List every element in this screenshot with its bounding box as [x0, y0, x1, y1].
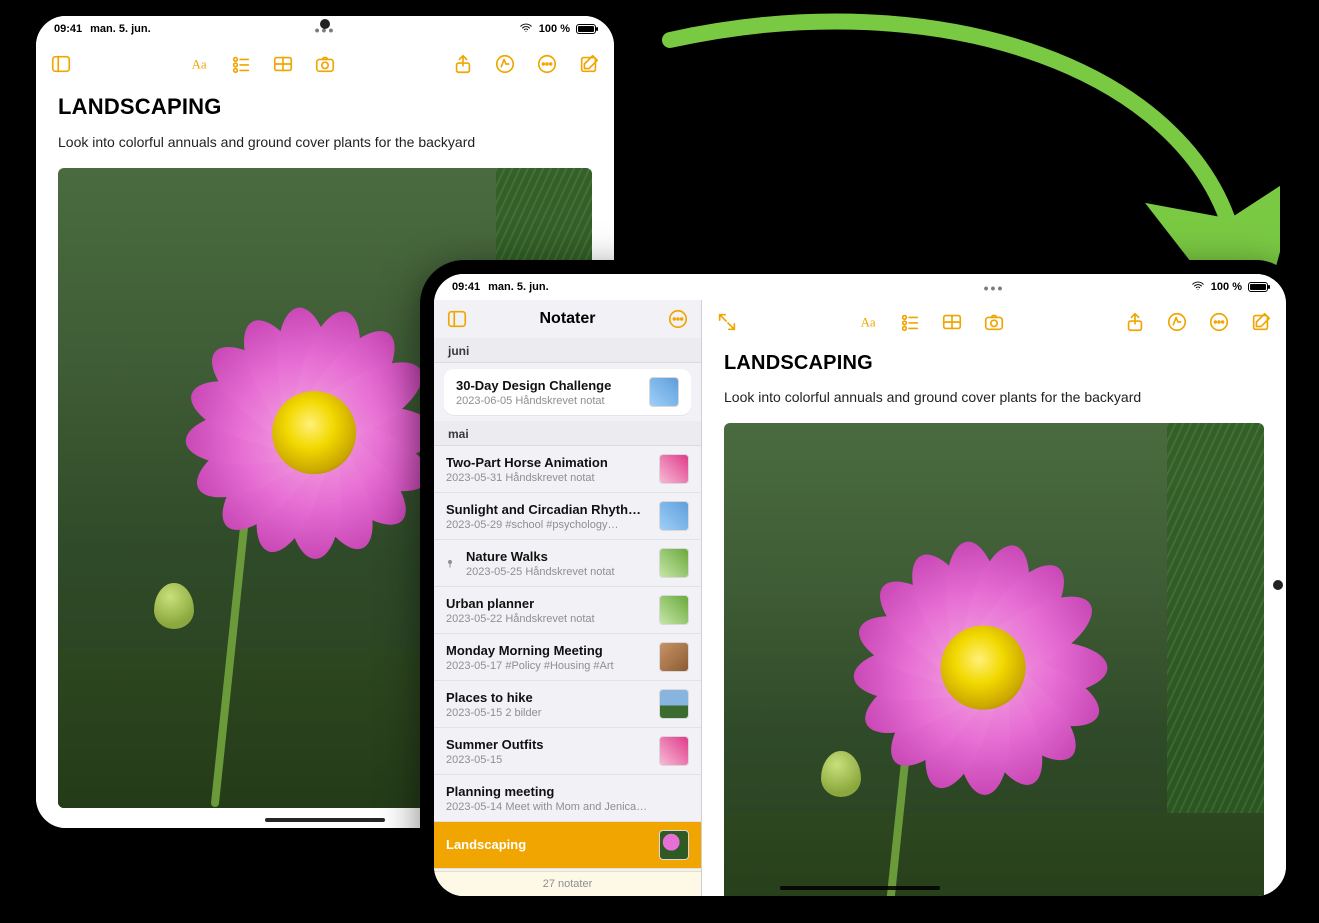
month-separator: juni — [434, 338, 701, 363]
list-item-title: Urban planner — [446, 596, 649, 611]
checklist-icon[interactable] — [230, 53, 252, 75]
list-item[interactable]: Urban planner 2023-05-22 Håndskrevet nota… — [434, 587, 701, 634]
markup-icon[interactable] — [1166, 311, 1188, 333]
status-bar: 09:41 man. 5. jun. ••• 100 % — [434, 274, 1286, 300]
svg-text:Aa: Aa — [192, 58, 207, 72]
list-item-thumbnail — [659, 736, 689, 766]
list-item-title: Nature Walks — [466, 549, 649, 564]
battery-percent: 100 % — [539, 23, 570, 35]
sidebar-title: Notater — [539, 310, 595, 328]
list-item-subtitle: 2023-05-31 Håndskrevet notat — [446, 472, 649, 484]
wifi-icon — [1191, 279, 1205, 296]
sidebar-toggle-icon[interactable] — [446, 308, 468, 330]
list-item-thumbnail — [659, 830, 689, 860]
camera-icon[interactable] — [314, 53, 336, 75]
list-item-subtitle: 2023-05-25 Håndskrevet notat — [466, 566, 649, 578]
wifi-icon — [519, 21, 533, 38]
sidebar-footer: 27 notater — [434, 871, 701, 896]
home-indicator[interactable] — [780, 886, 940, 890]
list-item-title: 30-Day Design Challenge — [456, 378, 639, 393]
ellipsis-circle-icon[interactable] — [1208, 311, 1230, 333]
list-item-title: Summer Outfits — [446, 737, 649, 752]
note-detail-pane: Aa LANDSCAPING Look into colorful ann — [702, 300, 1286, 896]
share-icon[interactable] — [1124, 311, 1146, 333]
note-content[interactable]: LANDSCAPING Look into colorful annuals a… — [702, 344, 1286, 896]
battery-full-icon — [1248, 282, 1268, 292]
list-item-title: Sunlight and Circadian Rhyth… — [446, 502, 649, 517]
status-date: man. 5. jun. — [90, 23, 151, 35]
note-toolbar: Aa — [702, 300, 1286, 344]
list-item-subtitle: 2023-05-29 #school #psychology… — [446, 519, 649, 531]
list-item-title: Places to hike — [446, 690, 649, 705]
pin-icon — [444, 557, 456, 569]
list-item-subtitle: 2023-05-14 Meet with Mom and Jenica… — [446, 801, 649, 813]
list-item-title: Landscaping — [446, 837, 649, 852]
ellipsis-circle-icon[interactable] — [667, 308, 689, 330]
note-body-text: Look into colorful annuals and ground co… — [58, 134, 592, 150]
expand-arrows-icon[interactable] — [716, 311, 738, 333]
note-image-flower[interactable] — [724, 423, 1264, 896]
list-item-thumbnail — [659, 595, 689, 625]
list-item[interactable]: Two-Part Horse Animation 2023-05-31 Hånds… — [434, 446, 701, 493]
list-item-subtitle: 2023-05-15 — [446, 754, 649, 766]
rotation-arrow — [640, 10, 1280, 300]
list-item-subtitle: 2023-05-17 #Policy #Housing #Art — [446, 660, 649, 672]
list-item-title: Planning meeting — [446, 784, 649, 799]
note-list[interactable]: juni 30-Day Design Challenge 2023-06-05 Hå… — [434, 338, 701, 871]
compose-icon[interactable] — [578, 53, 600, 75]
list-item[interactable]: Landscaping — [434, 822, 701, 869]
list-item[interactable]: Summer Outfits 2023-05-15 — [434, 728, 701, 775]
markup-icon[interactable] — [494, 53, 516, 75]
list-item-subtitle: 2023-06-05 Håndskrevet notat — [456, 395, 639, 407]
list-item-thumbnail — [659, 454, 689, 484]
compose-icon[interactable] — [1250, 311, 1272, 333]
list-item[interactable]: Monday Morning Meeting 2023-05-17 #Policy… — [434, 634, 701, 681]
list-item-thumbnail — [649, 377, 679, 407]
list-item[interactable]: 30-Day Design Challenge 2023-06-05 Håndsk… — [444, 369, 691, 415]
text-format-icon[interactable]: Aa — [857, 311, 879, 333]
month-separator: mai — [434, 421, 701, 446]
list-item-thumbnail — [659, 642, 689, 672]
list-item[interactable]: Nature Walks 2023-05-25 Håndskrevet notat — [434, 540, 701, 587]
list-item[interactable]: Planning meeting 2023-05-14 Meet with Mom… — [434, 775, 701, 822]
text-format-icon[interactable]: Aa — [188, 53, 210, 75]
note-toolbar: Aa — [36, 42, 614, 86]
front-camera — [1273, 580, 1283, 590]
list-item-subtitle: 2023-05-22 Håndskrevet notat — [446, 613, 649, 625]
list-item-thumbnail — [659, 501, 689, 531]
list-item-thumbnail — [659, 548, 689, 578]
battery-percent: 100 % — [1211, 281, 1242, 293]
status-time: 09:41 — [54, 23, 82, 35]
multitask-dots-icon[interactable]: ••• — [984, 280, 1005, 296]
sidebar-toggle-icon[interactable] — [50, 53, 72, 75]
list-item[interactable]: Sunlight and Circadian Rhyth… 2023-05-29 … — [434, 493, 701, 540]
list-item-title: Two-Part Horse Animation — [446, 455, 649, 470]
battery-full-icon — [576, 24, 596, 34]
list-item-title: Monday Morning Meeting — [446, 643, 649, 658]
notes-sidebar: Notater juni 30-Day Design Challenge 2023-… — [434, 300, 702, 896]
list-item-subtitle: 2023-05-15 2 bilder — [446, 707, 649, 719]
note-title: LANDSCAPING — [724, 352, 1264, 375]
camera-icon[interactable] — [983, 311, 1005, 333]
list-item-thumbnail — [659, 689, 689, 719]
ipad-landscape: 09:41 man. 5. jun. ••• 100 % Notater — [420, 260, 1300, 910]
front-camera — [320, 19, 330, 29]
note-body-text: Look into colorful annuals and ground co… — [724, 389, 1264, 405]
note-title: LANDSCAPING — [58, 94, 592, 120]
share-icon[interactable] — [452, 53, 474, 75]
home-indicator[interactable] — [265, 818, 385, 822]
table-icon[interactable] — [941, 311, 963, 333]
table-icon[interactable] — [272, 53, 294, 75]
svg-text:Aa: Aa — [861, 316, 876, 330]
status-date: man. 5. jun. — [488, 281, 549, 293]
ellipsis-circle-icon[interactable] — [536, 53, 558, 75]
list-item[interactable]: Places to hike 2023-05-15 2 bilder — [434, 681, 701, 728]
status-time: 09:41 — [452, 281, 480, 293]
checklist-icon[interactable] — [899, 311, 921, 333]
